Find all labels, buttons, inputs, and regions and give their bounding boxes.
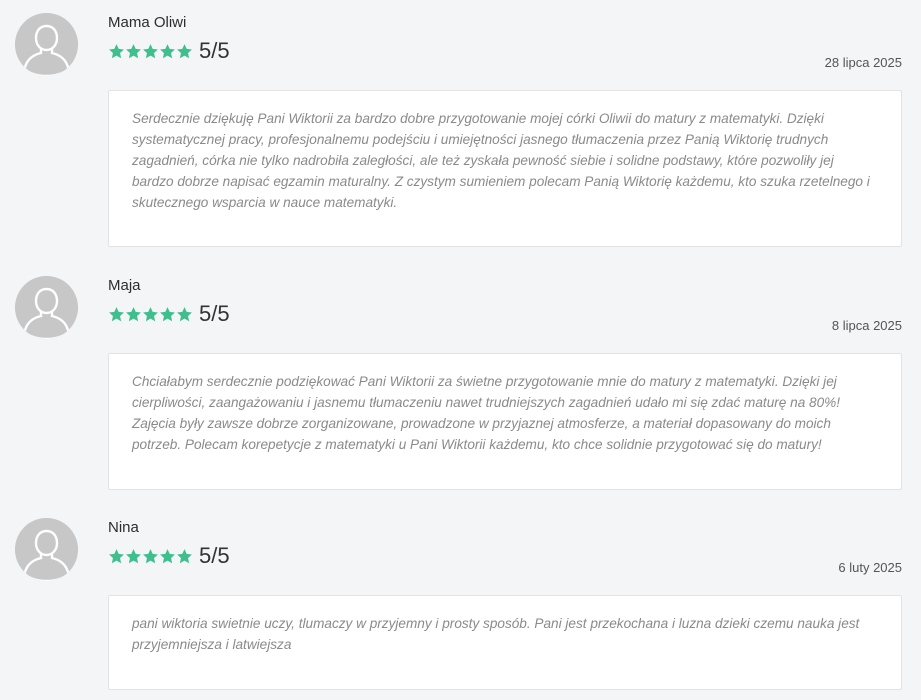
review-card: Chciałabym serdecznie podziękować Pani W… <box>108 353 902 490</box>
user-silhouette-icon <box>15 13 78 76</box>
star-filled-icon <box>160 306 175 321</box>
review-date: 28 lipca 2025 <box>824 55 902 70</box>
star-filled-icon <box>143 548 158 563</box>
star-rating <box>108 548 193 565</box>
avatar <box>15 276 78 339</box>
review-card: Serdecznie dziękuję Pani Wiktorii za bar… <box>108 90 902 247</box>
author-name: Maja <box>108 277 141 294</box>
star-filled-icon <box>109 306 124 321</box>
star-filled-icon <box>177 548 192 563</box>
star-filled-icon <box>160 548 175 563</box>
rating-score: 5/5 <box>199 301 230 326</box>
star-rating <box>108 43 193 60</box>
star-filled-icon <box>143 43 158 58</box>
star-filled-icon <box>126 548 141 563</box>
review-text: Chciałabym serdecznie podziękować Pani W… <box>132 374 841 452</box>
user-silhouette-icon <box>15 276 78 339</box>
rating-score: 5/5 <box>199 543 230 568</box>
star-filled-icon <box>177 306 192 321</box>
author-name: Mama Oliwi <box>108 14 187 31</box>
author-name: Nina <box>108 519 139 536</box>
review-text: pani wiktoria swietnie uczy, tlumaczy w … <box>132 616 860 652</box>
user-silhouette-icon <box>15 518 78 581</box>
review-date: 8 lipca 2025 <box>831 318 902 333</box>
review-date: 6 luty 2025 <box>838 560 902 575</box>
star-filled-icon <box>126 43 141 58</box>
rating-score: 5/5 <box>199 38 230 63</box>
star-filled-icon <box>160 43 175 58</box>
rating: 5/5 <box>108 301 230 327</box>
star-filled-icon <box>177 43 192 58</box>
star-filled-icon <box>126 306 141 321</box>
review-text: Serdecznie dziękuję Pani Wiktorii za bar… <box>132 111 870 210</box>
star-filled-icon <box>109 43 124 58</box>
star-rating <box>108 306 193 323</box>
star-filled-icon <box>143 306 158 321</box>
rating: 5/5 <box>108 543 230 569</box>
star-filled-icon <box>109 548 124 563</box>
avatar <box>15 518 78 581</box>
review-card: pani wiktoria swietnie uczy, tlumaczy w … <box>108 595 902 690</box>
rating: 5/5 <box>108 38 230 64</box>
avatar <box>15 13 78 76</box>
